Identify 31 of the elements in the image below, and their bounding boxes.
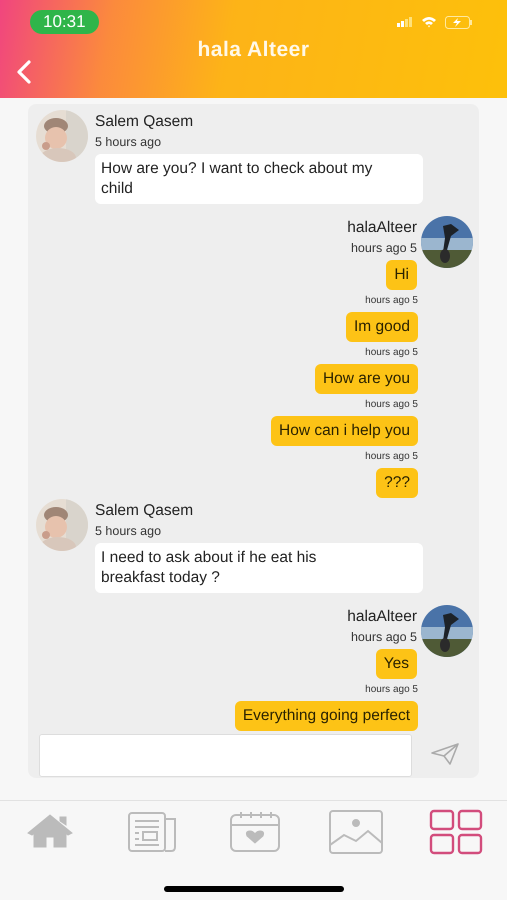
signal-icon xyxy=(397,17,413,27)
message-time: hours ago 5 xyxy=(365,451,418,463)
message-bubble: I need to ask about if he eat his breakfast today ? xyxy=(95,543,423,593)
message-input[interactable] xyxy=(39,734,412,777)
message-time: 5 hours ago xyxy=(95,135,162,150)
message-bubble: How are you xyxy=(314,364,418,394)
message-time: hours ago 5 xyxy=(365,295,418,307)
sender-name: Salem Qasem xyxy=(95,113,194,131)
sender-name: halaAlteer xyxy=(347,608,417,626)
battery-icon xyxy=(445,16,473,28)
message-time: hours ago 5 xyxy=(350,630,417,645)
message-bubble: How are you? I want to check about my child xyxy=(95,154,423,204)
message-bubble: How can i help you xyxy=(271,416,418,446)
message-time: hours ago 5 xyxy=(365,684,418,696)
wifi-icon xyxy=(421,16,437,28)
message-bubble: Yes xyxy=(376,649,417,679)
message-bubble: Im good xyxy=(346,312,418,342)
sender-name: Salem Qasem xyxy=(95,502,194,520)
message-bubble: ??? xyxy=(376,468,418,498)
send-button[interactable] xyxy=(430,742,460,766)
message-time: hours ago 5 xyxy=(350,241,417,256)
image-icon[interactable] xyxy=(328,809,384,855)
sender-name: halaAlteer xyxy=(347,219,417,237)
status-time: 10:31 xyxy=(30,10,99,34)
header-title: hala Alteer xyxy=(197,38,310,62)
message-time: 5 hours ago xyxy=(95,524,162,539)
message-bubble: Hi xyxy=(386,260,417,290)
grid-icon[interactable] xyxy=(429,809,485,855)
message-time: hours ago 5 xyxy=(365,347,418,359)
message-time: hours ago 5 xyxy=(365,399,418,411)
message-bubble: Everything going perfect xyxy=(234,701,418,731)
